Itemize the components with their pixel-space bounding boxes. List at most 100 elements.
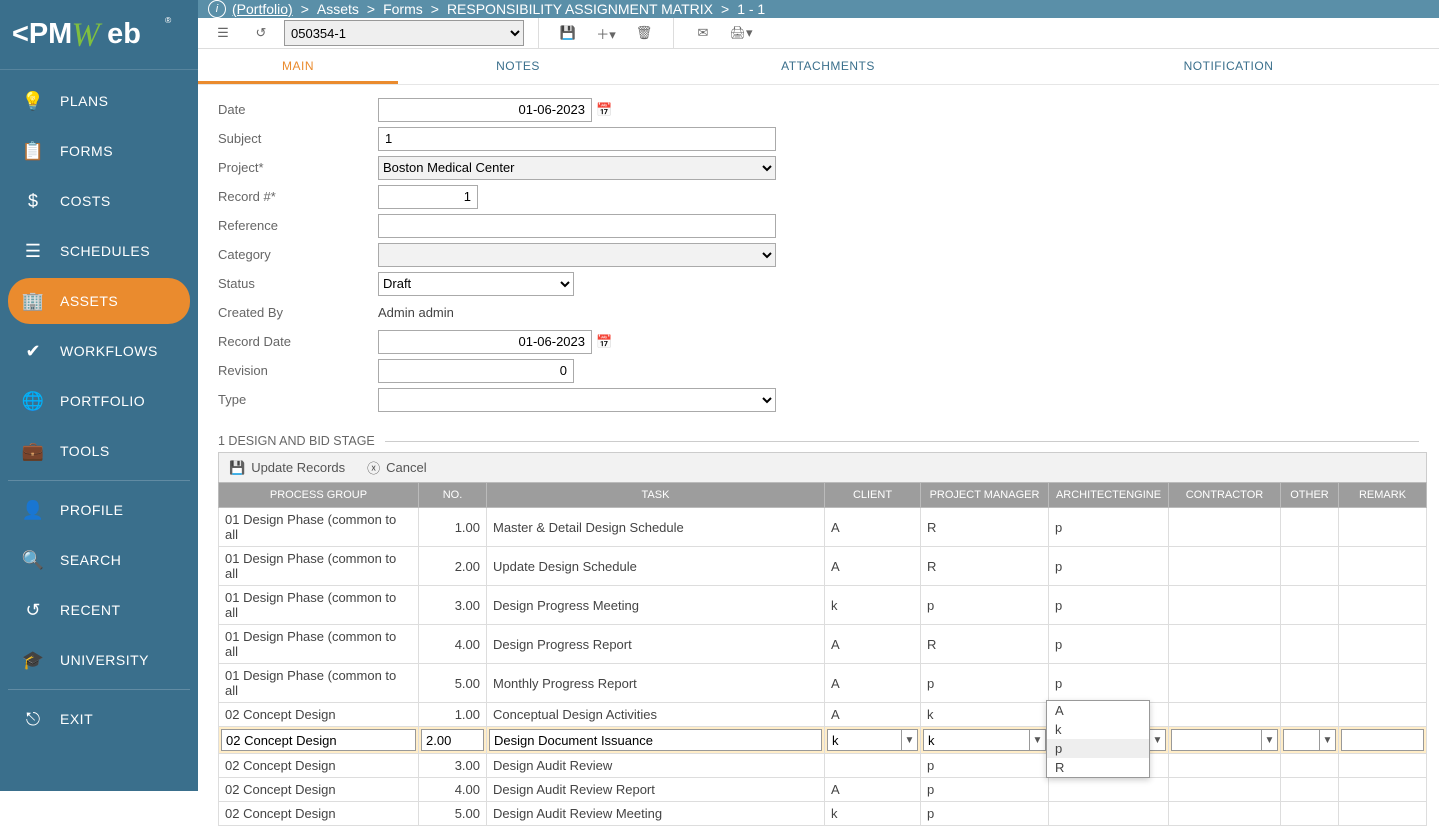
- breadcrumb-record: 1 - 1: [737, 1, 765, 17]
- add-icon[interactable]: ＋▾: [591, 18, 621, 48]
- chevron-down-icon[interactable]: ▼: [1149, 730, 1165, 750]
- ae-dropdown[interactable]: AkpR: [1046, 700, 1150, 778]
- calendar-icon[interactable]: 📅: [596, 102, 612, 118]
- ram-table: PROCESS GROUP NO. TASK CLIENT PROJECT MA…: [218, 482, 1427, 826]
- chevron-down-icon[interactable]: ▼: [1261, 730, 1277, 750]
- user-icon: 👤: [22, 499, 44, 521]
- calendar-icon[interactable]: 📅: [596, 334, 612, 350]
- recordno-input[interactable]: [378, 185, 478, 209]
- globe-icon: 🌐: [22, 390, 44, 412]
- nav-tools[interactable]: 💼TOOLS: [8, 428, 190, 474]
- edit-contractor[interactable]: ▼: [1171, 729, 1278, 751]
- email-icon[interactable]: ✉: [688, 18, 718, 48]
- nav-profile[interactable]: 👤PROFILE: [8, 487, 190, 533]
- col-task[interactable]: TASK: [487, 483, 825, 508]
- list-icon[interactable]: ☰: [208, 18, 238, 48]
- date-input[interactable]: [378, 98, 592, 122]
- category-label: Category: [218, 247, 378, 262]
- edit-task[interactable]: [489, 729, 822, 751]
- col-process-group[interactable]: PROCESS GROUP: [219, 483, 419, 508]
- update-records-button[interactable]: 💾Update Records: [229, 458, 345, 477]
- chevron-down-icon[interactable]: ▼: [901, 730, 917, 750]
- nav-exit[interactable]: ⎋EXIT: [8, 696, 190, 742]
- recordno-label: Record #*: [218, 189, 378, 204]
- table-row[interactable]: 02 Concept Design4.00Design Audit Review…: [219, 778, 1427, 802]
- breadcrumb-portfolio[interactable]: (Portfolio): [232, 1, 293, 17]
- col-client[interactable]: CLIENT: [825, 483, 921, 508]
- sidebar: <PMWeb® 💡PLANS 📋FORMS $COSTS ☰SCHEDULES …: [0, 0, 198, 791]
- dollar-icon: $: [22, 190, 44, 212]
- nav-forms[interactable]: 📋FORMS: [8, 128, 190, 174]
- edit-no[interactable]: [421, 729, 484, 751]
- dropdown-option[interactable]: p: [1047, 739, 1149, 758]
- search-icon: 🔍: [22, 549, 44, 571]
- table-edit-row[interactable]: ▼ ▼ ▼ ▼ ▼: [219, 727, 1427, 754]
- save-icon[interactable]: 💾: [553, 18, 583, 48]
- chevron-down-icon[interactable]: ▼: [1029, 730, 1045, 750]
- nav-portfolio[interactable]: 🌐PORTFOLIO: [8, 378, 190, 424]
- info-icon[interactable]: i: [208, 0, 226, 18]
- nav-workflows[interactable]: ✔WORKFLOWS: [8, 328, 190, 374]
- history-icon[interactable]: ↺: [246, 18, 276, 48]
- svg-text:W: W: [71, 17, 102, 54]
- dropdown-option[interactable]: A: [1047, 701, 1149, 720]
- clipboard-icon: 📋: [22, 140, 44, 162]
- bars-icon: ☰: [22, 240, 44, 262]
- breadcrumb-forms[interactable]: Forms: [383, 1, 423, 17]
- record-selector[interactable]: 050354-1: [284, 20, 524, 46]
- form-area: Date📅 Subject Project*Boston Medical Cen…: [198, 85, 1439, 424]
- table-row[interactable]: 01 Design Phase (common to all3.00Design…: [219, 586, 1427, 625]
- category-select[interactable]: [378, 243, 776, 267]
- dropdown-option[interactable]: k: [1047, 720, 1149, 739]
- edit-remark[interactable]: [1341, 729, 1424, 751]
- table-row[interactable]: 02 Concept Design1.00Conceptual Design A…: [219, 703, 1427, 727]
- recorddate-label: Record Date: [218, 334, 378, 349]
- table-row[interactable]: 01 Design Phase (common to all2.00Update…: [219, 547, 1427, 586]
- reference-input[interactable]: [378, 214, 776, 238]
- edit-client[interactable]: ▼: [827, 729, 918, 751]
- subject-label: Subject: [218, 131, 378, 146]
- save-icon: 💾: [229, 460, 245, 476]
- table-row[interactable]: 02 Concept Design3.00Design Audit Review…: [219, 754, 1427, 778]
- nav-schedules[interactable]: ☰SCHEDULES: [8, 228, 190, 274]
- print-icon[interactable]: 🖨▾: [726, 18, 756, 48]
- col-pm[interactable]: PROJECT MANAGER: [921, 483, 1049, 508]
- edit-pm[interactable]: ▼: [923, 729, 1046, 751]
- nav-search[interactable]: 🔍SEARCH: [8, 537, 190, 583]
- col-remark[interactable]: REMARK: [1339, 483, 1427, 508]
- tab-attachments[interactable]: ATTACHMENTS: [638, 49, 1018, 84]
- col-ae[interactable]: ARCHITECTENGINE: [1049, 483, 1169, 508]
- nav-plans[interactable]: 💡PLANS: [8, 78, 190, 124]
- table-row[interactable]: 01 Design Phase (common to all1.00Master…: [219, 508, 1427, 547]
- revision-input[interactable]: [378, 359, 574, 383]
- subject-input[interactable]: [378, 127, 776, 151]
- table-row[interactable]: 01 Design Phase (common to all5.00Monthl…: [219, 664, 1427, 703]
- delete-icon[interactable]: 🗑: [629, 18, 659, 48]
- nav-university[interactable]: 🎓UNIVERSITY: [8, 637, 190, 683]
- status-select[interactable]: Draft: [378, 272, 574, 296]
- project-select[interactable]: Boston Medical Center: [378, 156, 776, 180]
- col-other[interactable]: OTHER: [1281, 483, 1339, 508]
- tab-notification[interactable]: NOTIFICATION: [1018, 49, 1439, 84]
- tab-notes[interactable]: NOTES: [398, 49, 638, 84]
- type-select[interactable]: [378, 388, 776, 412]
- breadcrumb-ram[interactable]: RESPONSIBILITY ASSIGNMENT MATRIX: [447, 1, 713, 17]
- nav-recent[interactable]: ↺RECENT: [8, 587, 190, 633]
- tab-main[interactable]: MAIN: [198, 49, 398, 84]
- chevron-down-icon[interactable]: ▼: [1319, 730, 1335, 750]
- edit-other[interactable]: ▼: [1283, 729, 1336, 751]
- dropdown-option[interactable]: R: [1047, 758, 1149, 777]
- table-row[interactable]: 02 Concept Design5.00Design Audit Review…: [219, 802, 1427, 826]
- nav-assets[interactable]: 🏢ASSETS: [8, 278, 190, 324]
- edit-pg[interactable]: [221, 729, 416, 751]
- table-row[interactable]: 01 Design Phase (common to all4.00Design…: [219, 625, 1427, 664]
- recorddate-input[interactable]: [378, 330, 592, 354]
- cancel-button[interactable]: ⓧCancel: [367, 458, 426, 477]
- graduation-icon: 🎓: [22, 649, 44, 671]
- revision-label: Revision: [218, 363, 378, 378]
- exit-icon: ⎋: [22, 708, 44, 730]
- nav-costs[interactable]: $COSTS: [8, 178, 190, 224]
- breadcrumb-assets[interactable]: Assets: [317, 1, 359, 17]
- col-contractor[interactable]: CONTRACTOR: [1169, 483, 1281, 508]
- col-no[interactable]: NO.: [419, 483, 487, 508]
